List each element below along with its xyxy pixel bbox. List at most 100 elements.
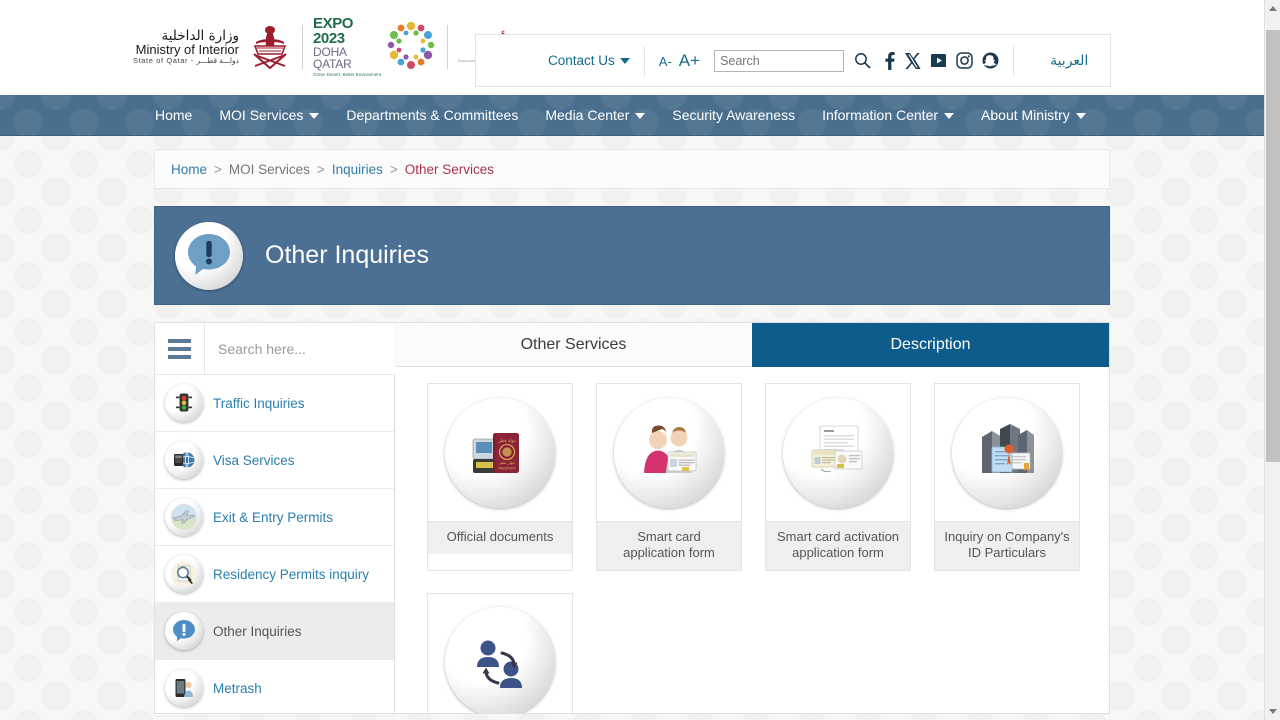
social-icon-list [883, 51, 999, 70]
font-size-controls: A- A+ [659, 51, 700, 71]
nav-item-list: Home MOI Services Departments & Committe… [0, 95, 1264, 135]
nav-item-information-center[interactable]: Information Center [822, 107, 955, 123]
service-card-smart-card-application-form[interactable]: Smart card application form [596, 383, 742, 571]
utility-divider-1 [643, 45, 645, 76]
service-card-label: Smart card application form [597, 521, 741, 570]
sidebar-item-metrash[interactable]: Metrash [155, 660, 394, 717]
qatar-moi-crest-icon [248, 24, 292, 70]
nav-label: Media Center [545, 107, 630, 123]
breadcrumb-item-home[interactable]: Home [171, 162, 207, 177]
tab-description[interactable]: Description [752, 323, 1109, 367]
facebook-icon[interactable] [883, 51, 896, 70]
ministry-name-arabic: وزارة الداخلية [161, 28, 239, 45]
service-card-label: Official documents [428, 521, 572, 554]
scroll-down-arrow-icon[interactable] [1265, 703, 1280, 720]
sidebar-item-residency-permits-inquiry[interactable]: Residency Permits inquiry [155, 546, 394, 603]
chevron-down-icon [1075, 113, 1086, 119]
instagram-icon[interactable] [956, 52, 973, 69]
nav-item-moi-services[interactable]: MOI Services [219, 107, 320, 123]
chevron-down-icon [619, 57, 630, 64]
service-card-thumb [428, 594, 572, 713]
sidebar-item-label: Visa Services [213, 452, 295, 468]
contact-us-dropdown[interactable]: Contact Us [548, 53, 630, 68]
ministry-name-english: Ministry of Interior [135, 42, 239, 58]
expo-line-4: QATAR [312, 57, 352, 72]
page-body: Home > MOI Services > Inquiries > Other … [0, 136, 1264, 720]
ministry-state-label: State of Qatar - دولـــة قطـــر [133, 55, 239, 65]
sidebar-item-visa-services[interactable]: Visa Services [155, 432, 394, 489]
breadcrumb-item-inquiries[interactable]: Inquiries [332, 162, 383, 177]
breadcrumb-separator: > [316, 161, 325, 177]
two-people-card-icon [614, 397, 724, 508]
ministry-logo[interactable]: وزارة الداخلية Ministry of Interior Stat… [133, 24, 292, 70]
sidebar-item-other-inquiries[interactable]: Other Inquiries [155, 603, 394, 660]
user-transfer-icon [445, 607, 555, 713]
ministry-logo-text: وزارة الداخلية Ministry of Interior Stat… [133, 29, 239, 65]
snapchat-icon[interactable] [982, 52, 999, 69]
svg-text:دولة قطر: دولة قطر [497, 439, 515, 444]
breadcrumb-item-moi-services[interactable]: MOI Services [229, 162, 310, 177]
increase-font-button[interactable]: A+ [679, 51, 700, 71]
browser-scrollbar[interactable] [1264, 0, 1280, 720]
service-card-smart-card-activation-application-form[interactable]: Smart card activation application form [765, 383, 911, 571]
logo-divider-2 [447, 25, 449, 69]
expo-2023-logo[interactable]: EXPO 2023 DOHA QATAR Green Desert, Bette… [313, 16, 437, 78]
service-card-thumb [935, 384, 1079, 521]
svg-text:جواز سفر: جواز سفر [498, 460, 516, 465]
nav-item-security-awareness[interactable]: Security Awareness [672, 107, 795, 123]
expo-logo-text: EXPO 2023 DOHA QATAR Green Desert, Bette… [313, 16, 381, 78]
contact-us-label: Contact Us [548, 53, 615, 68]
sidebar-item-label: Exit & Entry Permits [213, 509, 334, 525]
sidebar-item-label: Residency Permits inquiry [213, 566, 370, 582]
sidebar-search-input[interactable] [205, 323, 399, 374]
nav-item-departments-committees[interactable]: Departments & Committees [346, 107, 518, 123]
expo-tagline: Green Desert, Better Environment [312, 72, 382, 78]
service-card-label: Inquiry on Company's ID Particulars [935, 521, 1079, 570]
utility-bar: Contact Us A- A+ Search العربية [475, 34, 1111, 87]
service-card-thumb [597, 384, 741, 521]
x-twitter-icon[interactable] [905, 52, 921, 69]
sidebar-search-row [155, 322, 399, 375]
expo-line-1: EXPO [312, 15, 354, 33]
nav-item-about-ministry[interactable]: About Ministry [981, 107, 1086, 123]
sidebar-item-exit-entry-permits[interactable]: Exit & Entry Permits [155, 489, 394, 546]
language-switch-arabic[interactable]: العربية [1050, 53, 1088, 69]
sidebar-item-label: Other Inquiries [213, 623, 302, 639]
nav-label: Home [155, 107, 193, 123]
nav-item-home[interactable]: Home [155, 107, 192, 123]
decrease-font-button[interactable]: A- [659, 54, 672, 69]
hamburger-menu-icon[interactable] [155, 322, 205, 375]
magnifier-document-icon [165, 555, 203, 593]
airplane-icon [165, 498, 203, 536]
service-card-label: Smart card activation application form [766, 521, 910, 570]
scroll-up-arrow-icon[interactable] [1265, 0, 1280, 17]
mobile-phone-icon [165, 669, 203, 707]
search-input[interactable] [714, 49, 845, 72]
scrollbar-thumb[interactable] [1266, 30, 1280, 462]
tab-other-services[interactable]: Other Services [395, 323, 752, 367]
sidebar-item-traffic-inquiries[interactable]: Traffic Inquiries [155, 375, 394, 432]
nav-label: Departments & Committees [346, 107, 519, 123]
youtube-icon[interactable] [930, 52, 947, 69]
chevron-down-icon [635, 113, 646, 119]
service-card-inquiry-company-id-particulars[interactable]: Inquiry on Company's ID Particulars [934, 383, 1080, 571]
service-card-thumb [766, 384, 910, 521]
content-container: Traffic Inquiries [154, 322, 1110, 717]
service-sidebar: Traffic Inquiries [155, 322, 399, 717]
expo-line-2: 2023 [312, 30, 345, 48]
exclamation-speech-bubble-icon [175, 221, 243, 290]
panel-tabs: Other Services Description [395, 323, 1109, 367]
service-card-official-documents[interactable]: دولة قطر جواز سفر PASSPORT Official docu… [427, 383, 573, 571]
expo-floral-wreath-icon [385, 19, 437, 76]
search-icon[interactable] [854, 52, 871, 69]
nav-label: Information Center [822, 107, 939, 123]
traffic-light-icon [165, 384, 203, 422]
browser-viewport: وزارة الداخلية Ministry of Interior Stat… [0, 0, 1264, 720]
chevron-down-icon [944, 113, 955, 119]
breadcrumb: Home > MOI Services > Inquiries > Other … [154, 149, 1110, 189]
nav-item-media-center[interactable]: Media Center [545, 107, 646, 123]
nav-label: About Ministry [981, 107, 1070, 123]
nav-label: Security Awareness [672, 107, 796, 123]
service-card-user-transfer[interactable] [427, 592, 573, 713]
utility-divider-2 [1013, 45, 1015, 76]
